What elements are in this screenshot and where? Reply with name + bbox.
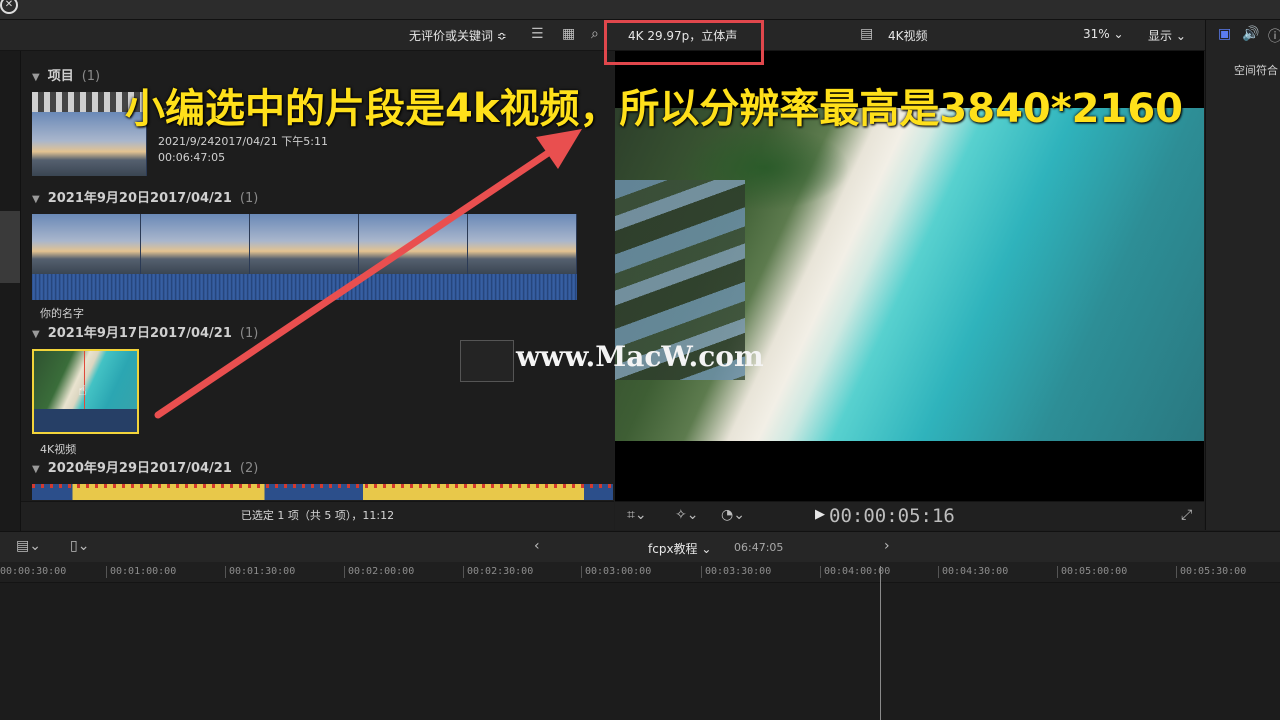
- fullscreen-icon[interactable]: ⤢: [1181, 507, 1192, 523]
- zoom-dropdown[interactable]: 31% ⌄: [1083, 27, 1124, 41]
- display-dropdown[interactable]: 显示 ⌄: [1148, 27, 1186, 44]
- search-icon[interactable]: ⌕: [591, 26, 599, 42]
- timeline-ruler[interactable]: 00:00:30:00 00:01:00:00 00:01:30:00 00:0…: [0, 562, 1280, 583]
- ruler-tick: 00:00:30:00: [0, 566, 67, 577]
- highlight-box: [604, 20, 764, 65]
- disclosure-triangle-icon[interactable]: ▼: [32, 194, 40, 205]
- ruler-tick: 00:03:30:00: [700, 566, 772, 578]
- tutorial-caption: 小编选中的片段是4k视频，所以分辨率最高是3840*2160: [125, 86, 1184, 132]
- viewer-controls: ⌗⌄ ✧⌄ ◔⌄ ▶ 00:00:05:16 ⤢: [615, 501, 1204, 530]
- clip-name: 你的名字: [40, 307, 84, 320]
- annotation-arrow: [154, 129, 582, 419]
- ruler-tick: 00:02:00:00: [343, 566, 415, 578]
- video-inspector-icon[interactable]: ▣: [1218, 26, 1231, 42]
- watermark-logo: [460, 340, 514, 382]
- audio-clip-strip[interactable]: [32, 484, 613, 500]
- inspector-label: 空间符合: [1234, 64, 1278, 77]
- clip-audio-strip: [34, 409, 137, 432]
- chevron-left-icon[interactable]: ‹: [534, 538, 540, 554]
- filmstrip-icon[interactable]: ▦: [562, 26, 575, 42]
- clip-name: 4K视频: [40, 443, 77, 456]
- filmstrip-frame: [32, 214, 141, 274]
- disclosure-triangle-icon[interactable]: ▼: [32, 329, 40, 340]
- hand-cursor-icon: ☝: [78, 383, 87, 399]
- selected-clip-thumbnail[interactable]: ☝: [32, 349, 139, 434]
- project-duration: 06:47:05: [734, 541, 784, 554]
- ruler-tick: 00:01:00:00: [105, 566, 177, 578]
- list-view-icon[interactable]: ☰: [531, 26, 544, 42]
- group-header-2020-09-29[interactable]: ▼ 2020年9月29日2017/04/21 (2): [32, 457, 258, 476]
- enhance-wand-icon[interactable]: ✧⌄: [675, 507, 698, 523]
- play-icon[interactable]: ▶: [815, 507, 825, 522]
- ruler-tick: 00:05:00:00: [1056, 566, 1128, 578]
- watermark-text: www.MacW.com: [516, 340, 764, 373]
- clip-appearance-icon[interactable]: ▯⌄: [70, 538, 89, 554]
- group-header-projects[interactable]: ▼ 项目 (1): [32, 65, 100, 84]
- ruler-tick: 00:02:30:00: [462, 566, 534, 578]
- timeline-area[interactable]: [0, 583, 1280, 720]
- timecode-display[interactable]: 00:00:05:16: [829, 505, 955, 527]
- save-icon[interactable]: ▤⌄: [16, 538, 41, 554]
- ruler-tick: 00:05:30:00: [1175, 566, 1247, 578]
- disclosure-triangle-icon[interactable]: ▼: [32, 72, 40, 83]
- top-bar: ✕: [0, 0, 1280, 20]
- ruler-tick: 00:04:30:00: [937, 566, 1009, 578]
- sidebar-toggle-strip: [0, 51, 21, 531]
- chevron-right-icon[interactable]: ›: [884, 538, 890, 554]
- viewer-clip-name: 4K视频: [888, 29, 928, 43]
- info-icon[interactable]: ⓘ: [1268, 26, 1280, 46]
- timeline-toolbar: ▤⌄ ▯⌄ ‹ fcpx教程 ⌄ 06:47:05 ›: [0, 531, 1280, 563]
- ruler-tick: 00:03:00:00: [580, 566, 652, 578]
- browser-status: 已选定 1 项（共 5 项），11:12: [21, 501, 614, 530]
- sidebar-tab[interactable]: [0, 211, 20, 283]
- clip-icon: ▤: [860, 26, 874, 42]
- audio-peak-markers: [32, 484, 613, 488]
- audio-inspector-icon[interactable]: 🔊: [1242, 26, 1259, 42]
- close-icon[interactable]: ✕: [0, 0, 18, 14]
- project-name-dropdown[interactable]: fcpx教程 ⌄: [648, 540, 711, 557]
- retime-icon[interactable]: ◔⌄: [721, 507, 745, 523]
- rating-filter-dropdown[interactable]: 无评价或关键词 ≎: [409, 27, 507, 44]
- crop-icon[interactable]: ⌗⌄: [627, 507, 647, 523]
- playhead[interactable]: [880, 566, 881, 720]
- ruler-tick: 00:01:30:00: [224, 566, 296, 578]
- inspector-panel: ▣ 🔊 ⓘ 空间符合: [1205, 20, 1280, 530]
- disclosure-triangle-icon[interactable]: ▼: [32, 464, 40, 475]
